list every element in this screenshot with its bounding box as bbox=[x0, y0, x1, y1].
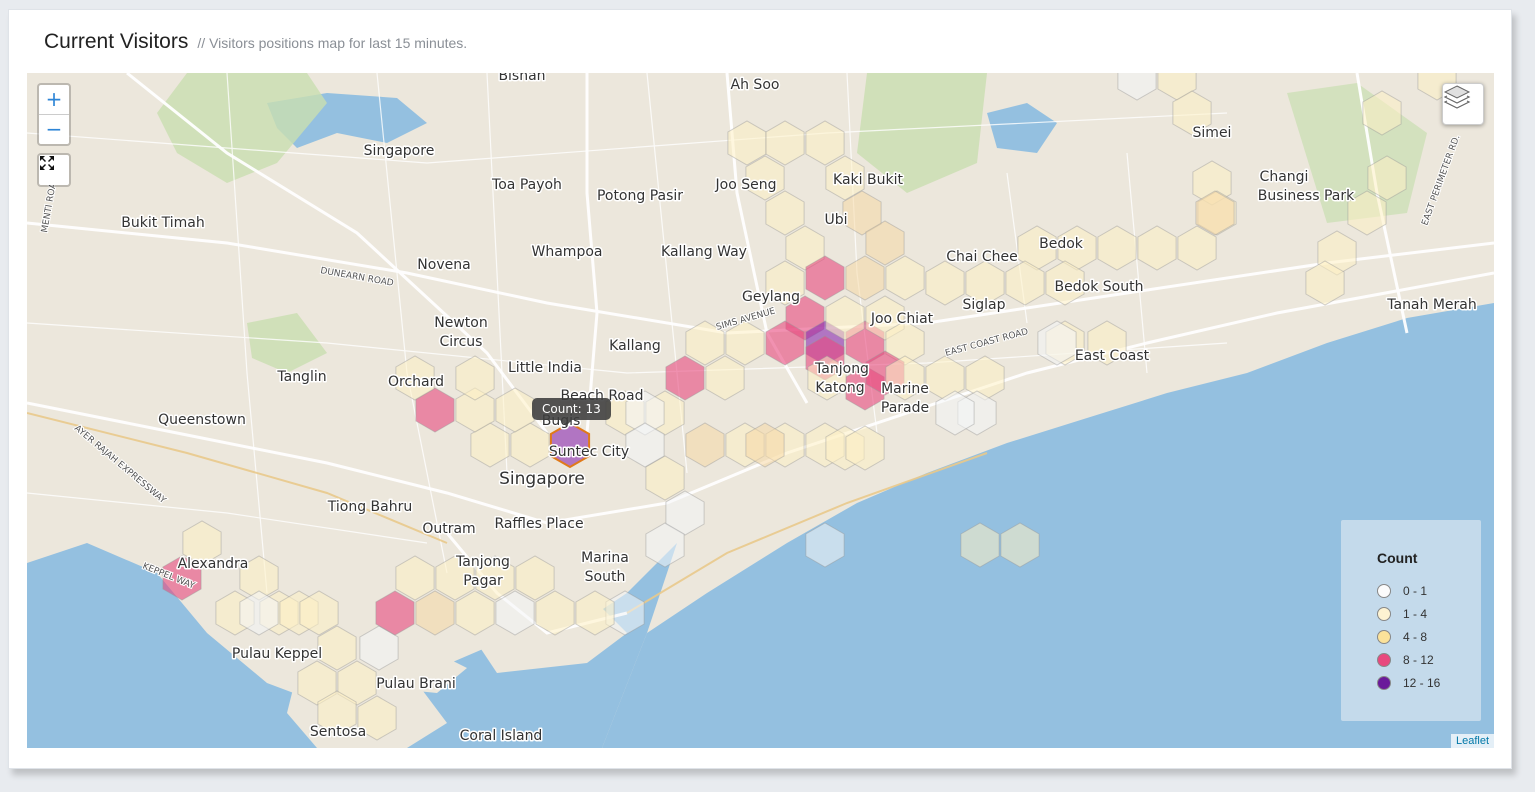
layers-button[interactable] bbox=[1442, 83, 1484, 125]
place-label: Pagar bbox=[463, 573, 503, 589]
legend-swatch bbox=[1377, 607, 1391, 621]
zoom-out-button[interactable]: − bbox=[39, 114, 69, 144]
place-label: Bedok South bbox=[1055, 279, 1144, 295]
place-label: Katong bbox=[815, 380, 864, 396]
legend-label: 12 - 16 bbox=[1403, 676, 1441, 690]
place-label: Alexandra bbox=[178, 556, 249, 572]
place-label: Singapore bbox=[364, 143, 435, 159]
place-label: Sentosa bbox=[310, 724, 366, 740]
place-label: Whampoa bbox=[532, 244, 603, 260]
count-legend: Count 0 - 1 1 - 4 4 - 8 8 - 12 12 - 16 bbox=[1341, 520, 1481, 721]
place-label: Tanglin bbox=[276, 369, 326, 385]
place-label: Pulau Keppel bbox=[232, 646, 322, 662]
fullscreen-button[interactable] bbox=[37, 153, 71, 187]
place-label: Queenstown bbox=[158, 412, 246, 428]
place-label: Parade bbox=[881, 400, 929, 416]
place-label: Changi bbox=[1260, 169, 1309, 185]
place-label: Potong Pasir bbox=[597, 188, 683, 204]
place-label: South bbox=[585, 569, 626, 585]
place-label: Orchard bbox=[388, 374, 444, 390]
legend-swatch bbox=[1377, 676, 1391, 690]
place-label: Tiong Bahru bbox=[327, 499, 412, 515]
leaflet-attribution-link[interactable]: Leaflet bbox=[1450, 734, 1494, 748]
place-label: Pulau Brani bbox=[376, 676, 456, 692]
legend-label: 8 - 12 bbox=[1403, 653, 1434, 667]
legend-title: Count bbox=[1377, 550, 1418, 566]
map-canvas[interactable]: Bishan Ah Soo Singapore Toa Payoh Potong Pas… bbox=[27, 73, 1494, 748]
place-label: Simei bbox=[1193, 125, 1232, 141]
zoom-control: + − bbox=[37, 83, 71, 146]
place-label: Ah Soo bbox=[731, 77, 780, 93]
place-label: Singapore bbox=[499, 469, 585, 489]
place-label: Raffles Place bbox=[494, 516, 583, 532]
place-label: Kallang Way bbox=[661, 244, 747, 260]
legend-swatch bbox=[1377, 584, 1391, 598]
place-label: Tanah Merah bbox=[1386, 297, 1477, 313]
place-label: Marine bbox=[881, 381, 929, 397]
place-label: Novena bbox=[417, 257, 470, 273]
place-label: Kaki Bukit bbox=[833, 172, 903, 188]
place-label: Toa Payoh bbox=[491, 177, 562, 193]
place-label: Tanjong bbox=[455, 554, 510, 570]
legend-item: 0 - 1 bbox=[1377, 582, 1427, 600]
place-label: Joo Seng bbox=[715, 177, 777, 193]
legend-swatch bbox=[1377, 630, 1391, 644]
place-label: Bishan bbox=[498, 73, 545, 84]
place-label: Bedok bbox=[1039, 236, 1084, 252]
legend-label: 1 - 4 bbox=[1403, 607, 1428, 621]
visitors-panel: Current Visitors // Visitors positions m… bbox=[8, 9, 1512, 769]
place-label: Joo Chiat bbox=[870, 311, 934, 327]
place-label: Tanjong bbox=[814, 361, 869, 377]
panel-subtitle: // Visitors positions map for last 15 mi… bbox=[197, 35, 468, 51]
place-label: Circus bbox=[440, 334, 483, 350]
place-label: Kallang bbox=[609, 338, 661, 354]
panel-header: Current Visitors // Visitors positions m… bbox=[44, 30, 467, 54]
place-label: East Coast bbox=[1075, 348, 1150, 364]
place-label: Bukit Timah bbox=[121, 215, 205, 231]
place-label: Marina bbox=[581, 550, 629, 566]
place-label: Little India bbox=[508, 360, 582, 376]
place-label: Newton bbox=[434, 315, 487, 331]
legend-swatch bbox=[1377, 653, 1391, 667]
legend-item: 4 - 8 bbox=[1377, 628, 1427, 646]
place-label: Siglap bbox=[962, 297, 1005, 313]
hexbin-tooltip: Count: 13 bbox=[532, 398, 611, 426]
legend-label: 4 - 8 bbox=[1403, 630, 1428, 644]
panel-title: Current Visitors bbox=[44, 30, 189, 53]
place-label: Coral Island bbox=[460, 728, 543, 744]
layers-icon bbox=[1443, 85, 1471, 109]
place-label: Chai Chee bbox=[946, 249, 1017, 265]
zoom-in-button[interactable]: + bbox=[39, 85, 69, 114]
fullscreen-icon bbox=[40, 156, 54, 170]
place-label: Ubi bbox=[824, 212, 847, 228]
legend-label: 0 - 1 bbox=[1403, 584, 1428, 598]
place-label: Business Park bbox=[1258, 188, 1355, 204]
legend-item: 12 - 16 bbox=[1377, 674, 1440, 692]
place-label: Outram bbox=[422, 521, 475, 537]
place-label: Suntec City bbox=[549, 444, 629, 460]
legend-item: 1 - 4 bbox=[1377, 605, 1427, 623]
map-container[interactable]: Bishan Ah Soo Singapore Toa Payoh Potong Pas… bbox=[27, 73, 1494, 748]
place-label: Geylang bbox=[742, 289, 800, 305]
legend-item: 8 - 12 bbox=[1377, 651, 1434, 669]
